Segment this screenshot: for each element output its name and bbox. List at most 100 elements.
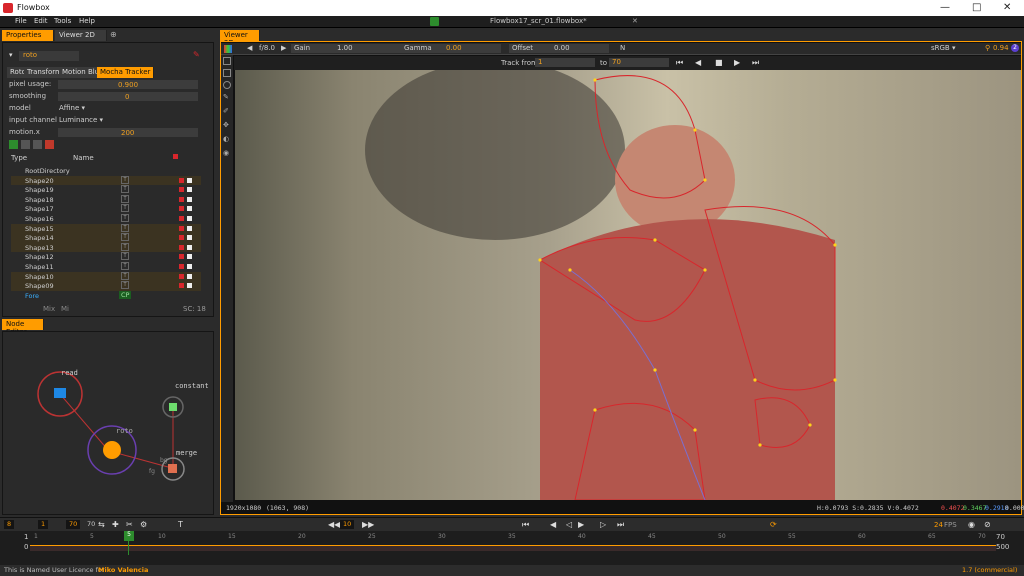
node-name-field[interactable]: roto [19, 51, 79, 61]
track-forward-button[interactable] [9, 140, 18, 149]
layer-color-swatch[interactable] [179, 235, 184, 241]
rect-tool-icon[interactable] [223, 69, 231, 77]
pin-icon[interactable]: ✎ [193, 50, 200, 59]
collapse-icon[interactable]: ▾ [9, 51, 13, 59]
layer-row[interactable]: Shape16 T [11, 214, 201, 224]
track-back-icon[interactable]: ◀ [695, 58, 701, 67]
layer-white-swatch[interactable] [187, 225, 192, 231]
track-frame-button[interactable] [33, 140, 42, 149]
layer-color-swatch[interactable] [179, 254, 184, 260]
close-project-icon[interactable]: ✕ [632, 17, 638, 25]
menu-help[interactable]: Help [79, 17, 95, 25]
channels-icon[interactable] [224, 45, 232, 53]
tab-viewer-2d[interactable]: Viewer 2D [220, 30, 260, 47]
bezier-tool-icon[interactable]: ✎ [223, 93, 229, 101]
tab-node-editor[interactable]: Node Editor [2, 319, 44, 336]
cache-icon[interactable]: ⊘ [984, 520, 991, 529]
layer-color-swatch[interactable] [179, 225, 184, 231]
subtab-mocha-tracker[interactable]: Mocha Tracker [97, 67, 155, 78]
timeline-in[interactable]: 1 [38, 520, 49, 529]
minimize-icon[interactable]: — [940, 2, 950, 13]
step-back-icon[interactable]: ◀◀ [328, 520, 340, 529]
layer-row[interactable]: Shape14 T [11, 233, 201, 243]
layer-color-swatch[interactable] [179, 177, 184, 183]
timeline-ruler[interactable]: 1 0 70 500 1 5 10 15 20 25 30 35 40 45 5… [0, 531, 1024, 565]
playhead[interactable]: 5 [124, 531, 134, 541]
settings-icon[interactable]: ⚙ [140, 520, 147, 529]
zoom-icon[interactable]: ⚲ [985, 44, 990, 52]
ellipse-tool-icon[interactable] [223, 81, 231, 89]
fps-value[interactable]: 24 [934, 521, 943, 529]
realtime-icon[interactable]: ⟳ [770, 520, 777, 529]
layer-white-swatch[interactable] [187, 216, 192, 221]
play-backward-icon[interactable]: ◁ [566, 520, 572, 529]
layer-white-swatch[interactable] [187, 235, 192, 241]
roto-overlay[interactable] [235, 70, 1021, 500]
step-forward-icon[interactable]: ▶▶ [362, 520, 374, 529]
next-frame-icon[interactable]: ▷ [600, 520, 606, 529]
pixel-usage-value[interactable]: 0.900 [118, 81, 138, 89]
select-tool-icon[interactable] [223, 57, 231, 65]
layer-color-swatch[interactable] [179, 206, 184, 212]
feather-tool-icon[interactable]: ◐ [223, 135, 229, 143]
layer-white-swatch[interactable] [187, 206, 192, 212]
view-tool-icon[interactable]: ◉ [223, 149, 229, 157]
menu-edit[interactable]: Edit [34, 17, 48, 25]
layer-row[interactable]: Shape13 T [11, 242, 201, 253]
layer-color-swatch[interactable] [179, 273, 184, 279]
layer-row[interactable]: Shape10 T [11, 271, 201, 282]
layer-white-swatch[interactable] [187, 196, 192, 202]
merge-port-bg[interactable]: bg [160, 457, 168, 464]
layer-row[interactable]: Shape12 T [11, 252, 201, 262]
viewer-canvas[interactable] [235, 70, 1021, 500]
prev-stop-icon[interactable]: ◀ [247, 44, 252, 52]
layer-white-swatch[interactable] [187, 254, 192, 260]
goto-end-icon[interactable]: ⏭ [617, 520, 624, 530]
close-icon[interactable]: ✕ [1003, 2, 1011, 13]
layer-white-swatch[interactable] [187, 187, 192, 193]
layer-white-swatch[interactable] [187, 244, 192, 250]
menu-file[interactable]: File [15, 17, 27, 25]
tab-properties[interactable]: Properties [2, 30, 54, 41]
input-channel-dropdown[interactable]: Luminance ▾ [59, 116, 103, 124]
layer-color-swatch[interactable] [179, 283, 184, 289]
menu-tools[interactable]: Tools [54, 17, 71, 25]
goto-start-icon[interactable]: ⏮ [522, 520, 529, 530]
tab-viewer-2d-left[interactable]: Viewer 2D [55, 30, 107, 41]
layer-row[interactable]: Shape17 T [11, 204, 201, 214]
text-tool-icon[interactable]: T [178, 520, 183, 529]
track-backward-button[interactable] [21, 140, 30, 149]
layer-white-swatch[interactable] [187, 264, 192, 269]
audio-icon[interactable]: ◉ [968, 520, 975, 529]
next-stop-icon[interactable]: ▶ [281, 44, 286, 52]
layer-white-swatch[interactable] [187, 177, 192, 183]
timeline-out-2[interactable]: 70 [84, 520, 98, 529]
transform-tool-icon[interactable]: ✥ [223, 121, 229, 129]
play-forward-icon[interactable]: ▶ [578, 520, 584, 529]
maximize-icon[interactable]: □ [972, 2, 981, 13]
cut-icon[interactable]: ✂ [126, 520, 133, 529]
layer-white-swatch[interactable] [187, 273, 192, 279]
layer-row[interactable]: Shape19 T [11, 185, 201, 195]
layer-row[interactable]: Shape20 T [11, 175, 201, 186]
layer-row[interactable]: Shape11 T [11, 262, 201, 272]
layer-row-root[interactable]: RootDirectory [11, 166, 201, 176]
merge-port-fg[interactable]: fg [149, 468, 155, 475]
layer-color-swatch[interactable] [179, 244, 184, 250]
prev-frame-icon[interactable]: ◀ [550, 520, 556, 529]
layer-color-swatch[interactable] [179, 187, 184, 193]
motion-x-value[interactable]: 200 [121, 129, 134, 137]
track-stop-button[interactable] [45, 140, 54, 149]
channel-indicator[interactable]: N [620, 44, 625, 52]
layer-row[interactable]: Shape18 T [11, 194, 201, 205]
track-forward-all-icon[interactable]: ⏭ [752, 58, 759, 68]
layer-row-fore[interactable]: Fore CP [11, 290, 201, 301]
track-from-input[interactable]: 1 [535, 58, 595, 67]
step-size[interactable]: 10 [340, 520, 355, 529]
track-forward-icon[interactable]: ▶ [734, 58, 740, 67]
layer-row[interactable]: Shape09 T [11, 281, 201, 291]
layer-color-swatch[interactable] [179, 216, 184, 221]
bspline-tool-icon[interactable]: ✐ [223, 107, 229, 115]
layer-color-swatch[interactable] [179, 264, 184, 269]
layer-white-swatch[interactable] [187, 283, 192, 289]
